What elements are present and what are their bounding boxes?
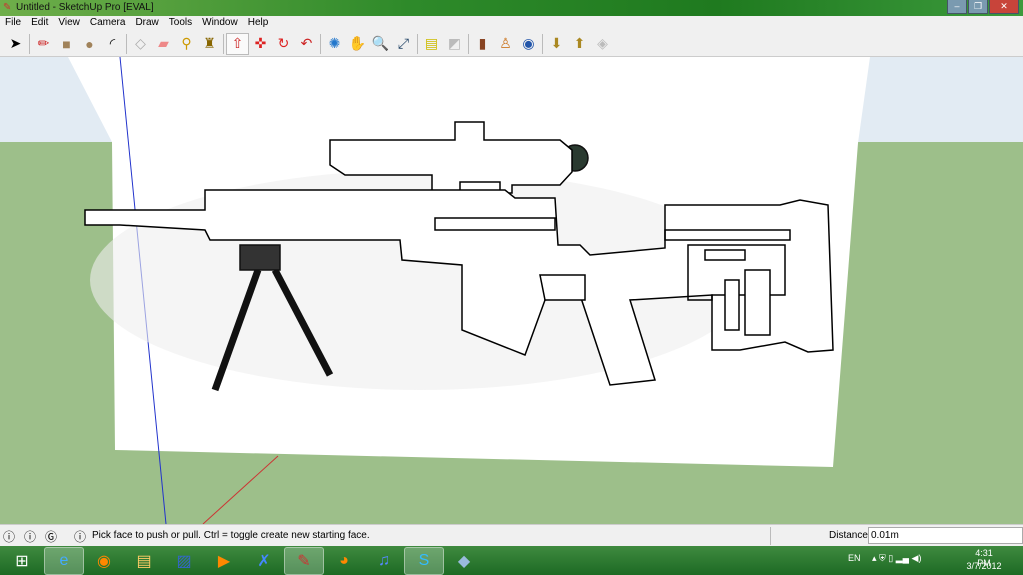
push-pull-icon[interactable]: ⇧: [226, 32, 249, 55]
internet-explorer-icon[interactable]: e: [44, 546, 84, 575]
menu-help[interactable]: Help: [243, 16, 274, 31]
minimize-button[interactable]: –: [947, 0, 967, 14]
clock-date[interactable]: 3/7/2012: [966, 561, 1002, 571]
toolbar: ➤ ✏ ■ ● ◜ ◇ ▰ ⚲ ♜ ⇧ ✜ ↻ ↶ ✺ ✋ 🔍 ⤢ ▤ ◩ ▮ …: [0, 31, 1023, 57]
pencil-icon[interactable]: ✏: [32, 33, 55, 55]
geo-location-icon[interactable]: ⓘ: [3, 528, 15, 545]
rectangle-icon[interactable]: ■: [55, 33, 78, 55]
select-icon[interactable]: ➤: [4, 33, 27, 55]
menu-bar: File Edit View Camera Draw Tools Window …: [0, 16, 1023, 31]
status-bar: ⓘ ⓘ Ⓖ ⓘ Pick face to push or pull. Ctrl …: [0, 524, 1023, 546]
follow-me-icon[interactable]: ↶: [295, 33, 318, 55]
user-icon[interactable]: Ⓖ: [45, 528, 57, 545]
blender-icon[interactable]: ◕: [324, 547, 364, 575]
tray-icons[interactable]: ▴ ⛨ ▯ ▂▄ ◀): [872, 553, 921, 564]
menu-draw[interactable]: Draw: [130, 16, 163, 31]
drawing-viewport[interactable]: [0, 57, 1023, 524]
make-component-icon[interactable]: ◇: [129, 33, 152, 55]
close-button[interactable]: ✕: [989, 0, 1019, 14]
rotate-icon[interactable]: ↻: [272, 33, 295, 55]
title-bar: ✎ Untitled - SketchUp Pro [EVAL] – ❐ ✕: [0, 0, 1023, 16]
start-button[interactable]: ⊞: [0, 547, 44, 575]
get-component-icon[interactable]: ⬇: [545, 33, 568, 55]
sketchup-icon: ✎: [3, 2, 12, 13]
sketchup-taskbar-icon[interactable]: ✎: [284, 546, 324, 575]
extension-icon[interactable]: ◈: [591, 33, 614, 55]
share-model-icon[interactable]: ◩: [443, 33, 466, 55]
eraser-icon[interactable]: ▰: [152, 33, 175, 55]
arc-icon[interactable]: ◜: [101, 33, 124, 55]
zoom-icon[interactable]: 🔍: [369, 33, 392, 55]
file-explorer-icon[interactable]: ▤: [124, 547, 164, 575]
toggle-terrain-icon[interactable]: ♙: [494, 33, 517, 55]
paint-bucket-icon[interactable]: ♜: [198, 33, 221, 55]
zoom-extents-icon[interactable]: ⤢: [392, 33, 415, 55]
media-player-icon[interactable]: ▶: [204, 547, 244, 575]
measurements-label: Distance: [829, 530, 868, 541]
tape-measure-icon[interactable]: ⚲: [175, 33, 198, 55]
circle-icon[interactable]: ●: [78, 33, 101, 55]
menu-window[interactable]: Window: [197, 16, 243, 31]
status-hint: Pick face to push or pull. Ctrl = toggle…: [92, 530, 370, 541]
game-icon[interactable]: ◆: [444, 547, 484, 575]
menu-tools[interactable]: Tools: [164, 16, 197, 31]
menu-camera[interactable]: Camera: [85, 16, 131, 31]
maximize-button[interactable]: ❐: [968, 0, 988, 14]
window-title: Untitled - SketchUp Pro [EVAL]: [16, 2, 154, 13]
get-models-icon[interactable]: ▤: [420, 33, 443, 55]
pan-icon[interactable]: ✋: [346, 33, 369, 55]
add-location-icon[interactable]: ▮: [471, 33, 494, 55]
credits-icon[interactable]: ⓘ: [24, 528, 36, 545]
itunes-icon[interactable]: ♫: [364, 547, 404, 575]
language-indicator[interactable]: EN: [848, 553, 861, 563]
taskbar: ⊞ e ◉ ▤ ▨ ▶ ✗ ✎ ◕ ♫ S ◆ EN ▴ ⛨ ▯ ▂▄ ◀) 4…: [0, 546, 1023, 575]
measurements-input[interactable]: 0.01m: [868, 527, 1023, 544]
help-icon[interactable]: ⓘ: [74, 528, 86, 545]
menu-view[interactable]: View: [53, 16, 85, 31]
move-icon[interactable]: ✜: [249, 33, 272, 55]
app-icon[interactable]: ▨: [164, 547, 204, 575]
tool-icon[interactable]: ✗: [244, 547, 284, 575]
menu-file[interactable]: File: [0, 16, 26, 31]
skype-icon[interactable]: S: [404, 546, 444, 575]
firefox-icon[interactable]: ◉: [84, 547, 124, 575]
menu-edit[interactable]: Edit: [26, 16, 53, 31]
orbit-icon[interactable]: ✺: [323, 33, 346, 55]
google-earth-icon[interactable]: ◉: [517, 33, 540, 55]
share-component-icon[interactable]: ⬆: [568, 33, 591, 55]
